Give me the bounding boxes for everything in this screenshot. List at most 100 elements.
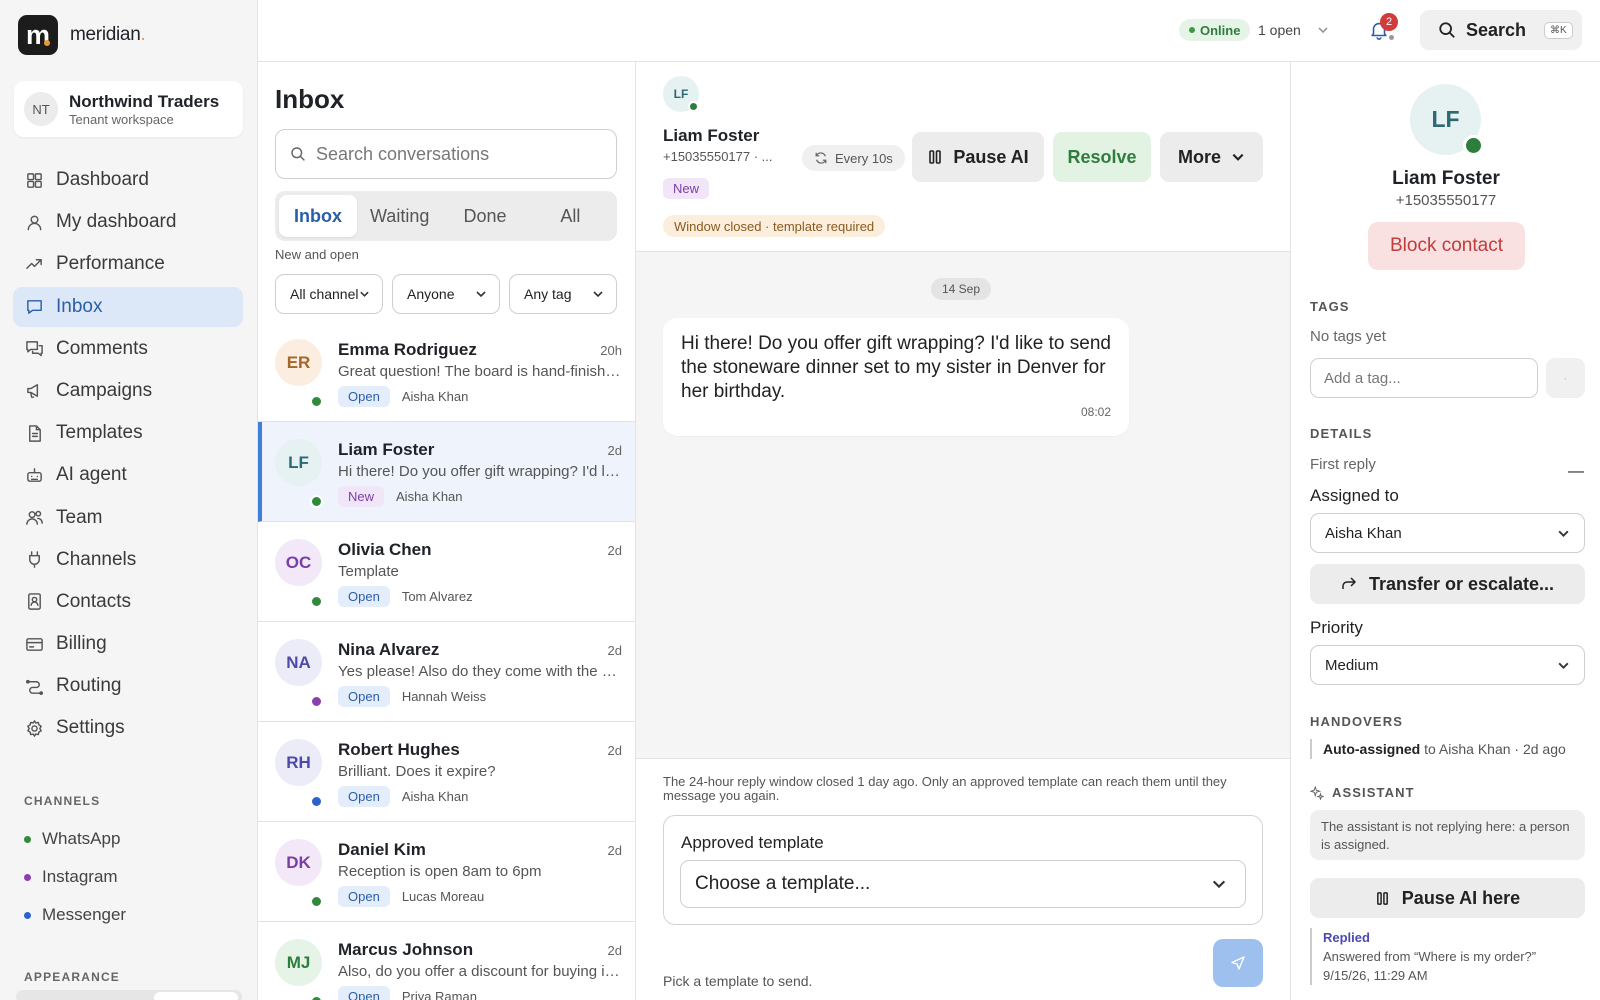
assigned-agent: Priya Raman bbox=[401, 989, 477, 1000]
conversation-time: 2d bbox=[607, 943, 622, 958]
nav-item-templates[interactable]: Templates bbox=[13, 413, 243, 453]
transfer-escalate-button[interactable]: Transfer or escalate... bbox=[1310, 564, 1585, 604]
conversation-item[interactable]: LF Liam Foster 2d Hi there! Do you offer gi… bbox=[258, 422, 635, 522]
inbox-title: Inbox bbox=[275, 84, 345, 114]
conversation-item[interactable]: ER Emma Rodriguez 20h Great question! The b… bbox=[258, 322, 635, 422]
nav-item-campaigns[interactable]: Campaigns bbox=[13, 371, 243, 411]
global-search-button[interactable]: Search ⌘K bbox=[1420, 10, 1582, 50]
status-badge: Open bbox=[338, 586, 390, 607]
channel-dot-icon bbox=[310, 595, 323, 608]
nav-item-label: Settings bbox=[56, 717, 125, 739]
conversation-name: Olivia Chen bbox=[338, 540, 432, 559]
search-icon bbox=[291, 147, 305, 161]
conversation-item[interactable]: NA Nina Alvarez 2d Yes please! Also do they… bbox=[258, 622, 635, 722]
robot-icon bbox=[27, 467, 42, 482]
status-badge: Open bbox=[338, 686, 390, 707]
nav-item-label: Team bbox=[56, 506, 103, 528]
handovers-heading: HANDOVERS bbox=[1310, 714, 1403, 729]
nav-item-team[interactable]: Team bbox=[13, 498, 243, 538]
conversation-time: 2d bbox=[607, 543, 622, 558]
tab-all[interactable]: All bbox=[528, 195, 613, 237]
inbox-tabs: Inbox Waiting Done All bbox=[275, 191, 617, 241]
first-reply-label: First reply bbox=[1310, 456, 1376, 473]
channel-label: WhatsApp bbox=[42, 829, 121, 848]
channel-item-messenger[interactable]: Messenger bbox=[24, 896, 126, 934]
open-count-dropdown[interactable]: 1 open bbox=[1258, 22, 1329, 38]
conversation-time: 20h bbox=[600, 343, 622, 358]
chevron-down-icon bbox=[593, 291, 603, 298]
channel-item-instagram[interactable]: Instagram bbox=[24, 858, 126, 896]
filter-tag[interactable]: Any tag bbox=[509, 274, 617, 314]
nav-item-label: Dashboard bbox=[56, 169, 149, 190]
nav-item-inbox[interactable]: Inbox bbox=[13, 286, 243, 327]
tenant-name: Northwind Traders bbox=[69, 91, 220, 111]
conversation-search-input[interactable] bbox=[316, 143, 596, 165]
appearance-toggle[interactable] bbox=[16, 990, 242, 1000]
conversation-name: Marcus Johnson bbox=[338, 940, 474, 959]
nav-item-my-dashboard[interactable]: My dashboard bbox=[13, 202, 243, 242]
tenant-switcher[interactable]: NT Northwind Traders Tenant workspace bbox=[14, 81, 243, 137]
channel-item-whatsapp[interactable]: WhatsApp bbox=[24, 820, 126, 858]
conversation-time: 2d bbox=[607, 743, 622, 758]
tab-inbox[interactable]: Inbox bbox=[279, 195, 357, 237]
pause-icon bbox=[1376, 891, 1388, 905]
block-contact-button[interactable]: Block contact bbox=[1368, 222, 1525, 270]
activity-text: Answered from “Where is my order?” bbox=[1323, 949, 1537, 964]
channel-label: Messenger bbox=[42, 905, 127, 924]
conversation-preview: Great question! The board is hand-finish… bbox=[338, 363, 622, 380]
nav-item-routing[interactable]: Routing bbox=[13, 666, 243, 706]
pause-icon bbox=[929, 150, 942, 164]
presence-dot bbox=[1387, 33, 1396, 42]
status-badge[interactable]: Online bbox=[1179, 19, 1251, 41]
trend-icon bbox=[26, 258, 42, 269]
logo: m bbox=[18, 15, 58, 55]
assigned-agent: Aisha Khan bbox=[401, 789, 469, 804]
top-bar: Online 1 open 2 Search ⌘K bbox=[258, 0, 1600, 62]
nav-item-label: Inbox bbox=[56, 295, 103, 317]
conversation-time: 2d bbox=[607, 643, 622, 658]
nav-item-channels[interactable]: Channels bbox=[13, 540, 243, 580]
comments-icon bbox=[26, 341, 43, 357]
refresh-interval[interactable]: Every 10s bbox=[802, 145, 905, 171]
chevron-down-icon bbox=[476, 291, 486, 298]
channel-dot-icon bbox=[310, 995, 323, 1000]
priority-select[interactable]: Medium bbox=[1310, 645, 1585, 685]
conversation-item[interactable]: RH Robert Hughes 2d Brilliant. Does it expi… bbox=[258, 722, 635, 822]
pause-ai-here-button[interactable]: Pause AI here bbox=[1310, 878, 1585, 918]
tenant-subtitle: Tenant workspace bbox=[69, 111, 174, 127]
tag-input[interactable]: Add a tag... bbox=[1310, 358, 1538, 398]
tab-waiting[interactable]: Waiting bbox=[357, 195, 442, 237]
nav-item-comments[interactable]: Comments bbox=[13, 329, 243, 369]
nav-item-ai-agent[interactable]: AI agent bbox=[13, 455, 243, 495]
nav-item-settings[interactable]: Settings bbox=[13, 708, 243, 748]
incoming-message: Hi there! Do you offer gift wrapping? I'… bbox=[663, 318, 1129, 436]
channel-dot-icon bbox=[310, 695, 323, 708]
conversation-item[interactable]: DK Daniel Kim 2d Reception is open 8am to 6… bbox=[258, 822, 635, 922]
contact-phone: +15035550177 · ... bbox=[663, 149, 773, 164]
pause-ai-button[interactable]: Pause AI bbox=[912, 132, 1044, 182]
contact-book-icon bbox=[28, 593, 41, 611]
conversation-search bbox=[275, 129, 617, 179]
chevron-down-icon bbox=[360, 291, 369, 297]
nav-item-performance[interactable]: Performance bbox=[13, 244, 243, 284]
avatar: OC bbox=[275, 539, 322, 586]
assignee-select[interactable]: Aisha Khan bbox=[1310, 513, 1585, 553]
contact-name: Liam Foster bbox=[663, 126, 760, 145]
resolve-button[interactable]: Resolve bbox=[1053, 132, 1151, 182]
filter-channel[interactable]: All channels bbox=[275, 274, 383, 314]
main-nav: Dashboard My dashboard Performance Inbox Com… bbox=[13, 160, 243, 751]
tab-done[interactable]: Done bbox=[442, 195, 527, 237]
nav-item-contacts[interactable]: Contacts bbox=[13, 582, 243, 622]
conversation-item[interactable]: OC Olivia Chen 2d Template Open Tom Alvarez bbox=[258, 522, 635, 622]
nav-item-dashboard[interactable]: Dashboard bbox=[13, 160, 243, 200]
nav-item-billing[interactable]: Billing bbox=[13, 624, 243, 664]
online-dot-icon bbox=[1189, 27, 1195, 33]
template-select[interactable]: Choose a template... bbox=[680, 860, 1246, 908]
filter-assignee[interactable]: Anyone bbox=[392, 274, 500, 314]
no-tags-text: No tags yet bbox=[1310, 328, 1386, 345]
conversation-item[interactable]: MJ Marcus Johnson 2d Also, do you offer a d… bbox=[258, 922, 635, 1000]
add-tag-button[interactable]: · bbox=[1546, 358, 1585, 398]
brand[interactable]: m meridian. bbox=[18, 15, 146, 55]
send-button[interactable] bbox=[1213, 939, 1263, 987]
more-button[interactable]: More bbox=[1160, 132, 1263, 182]
